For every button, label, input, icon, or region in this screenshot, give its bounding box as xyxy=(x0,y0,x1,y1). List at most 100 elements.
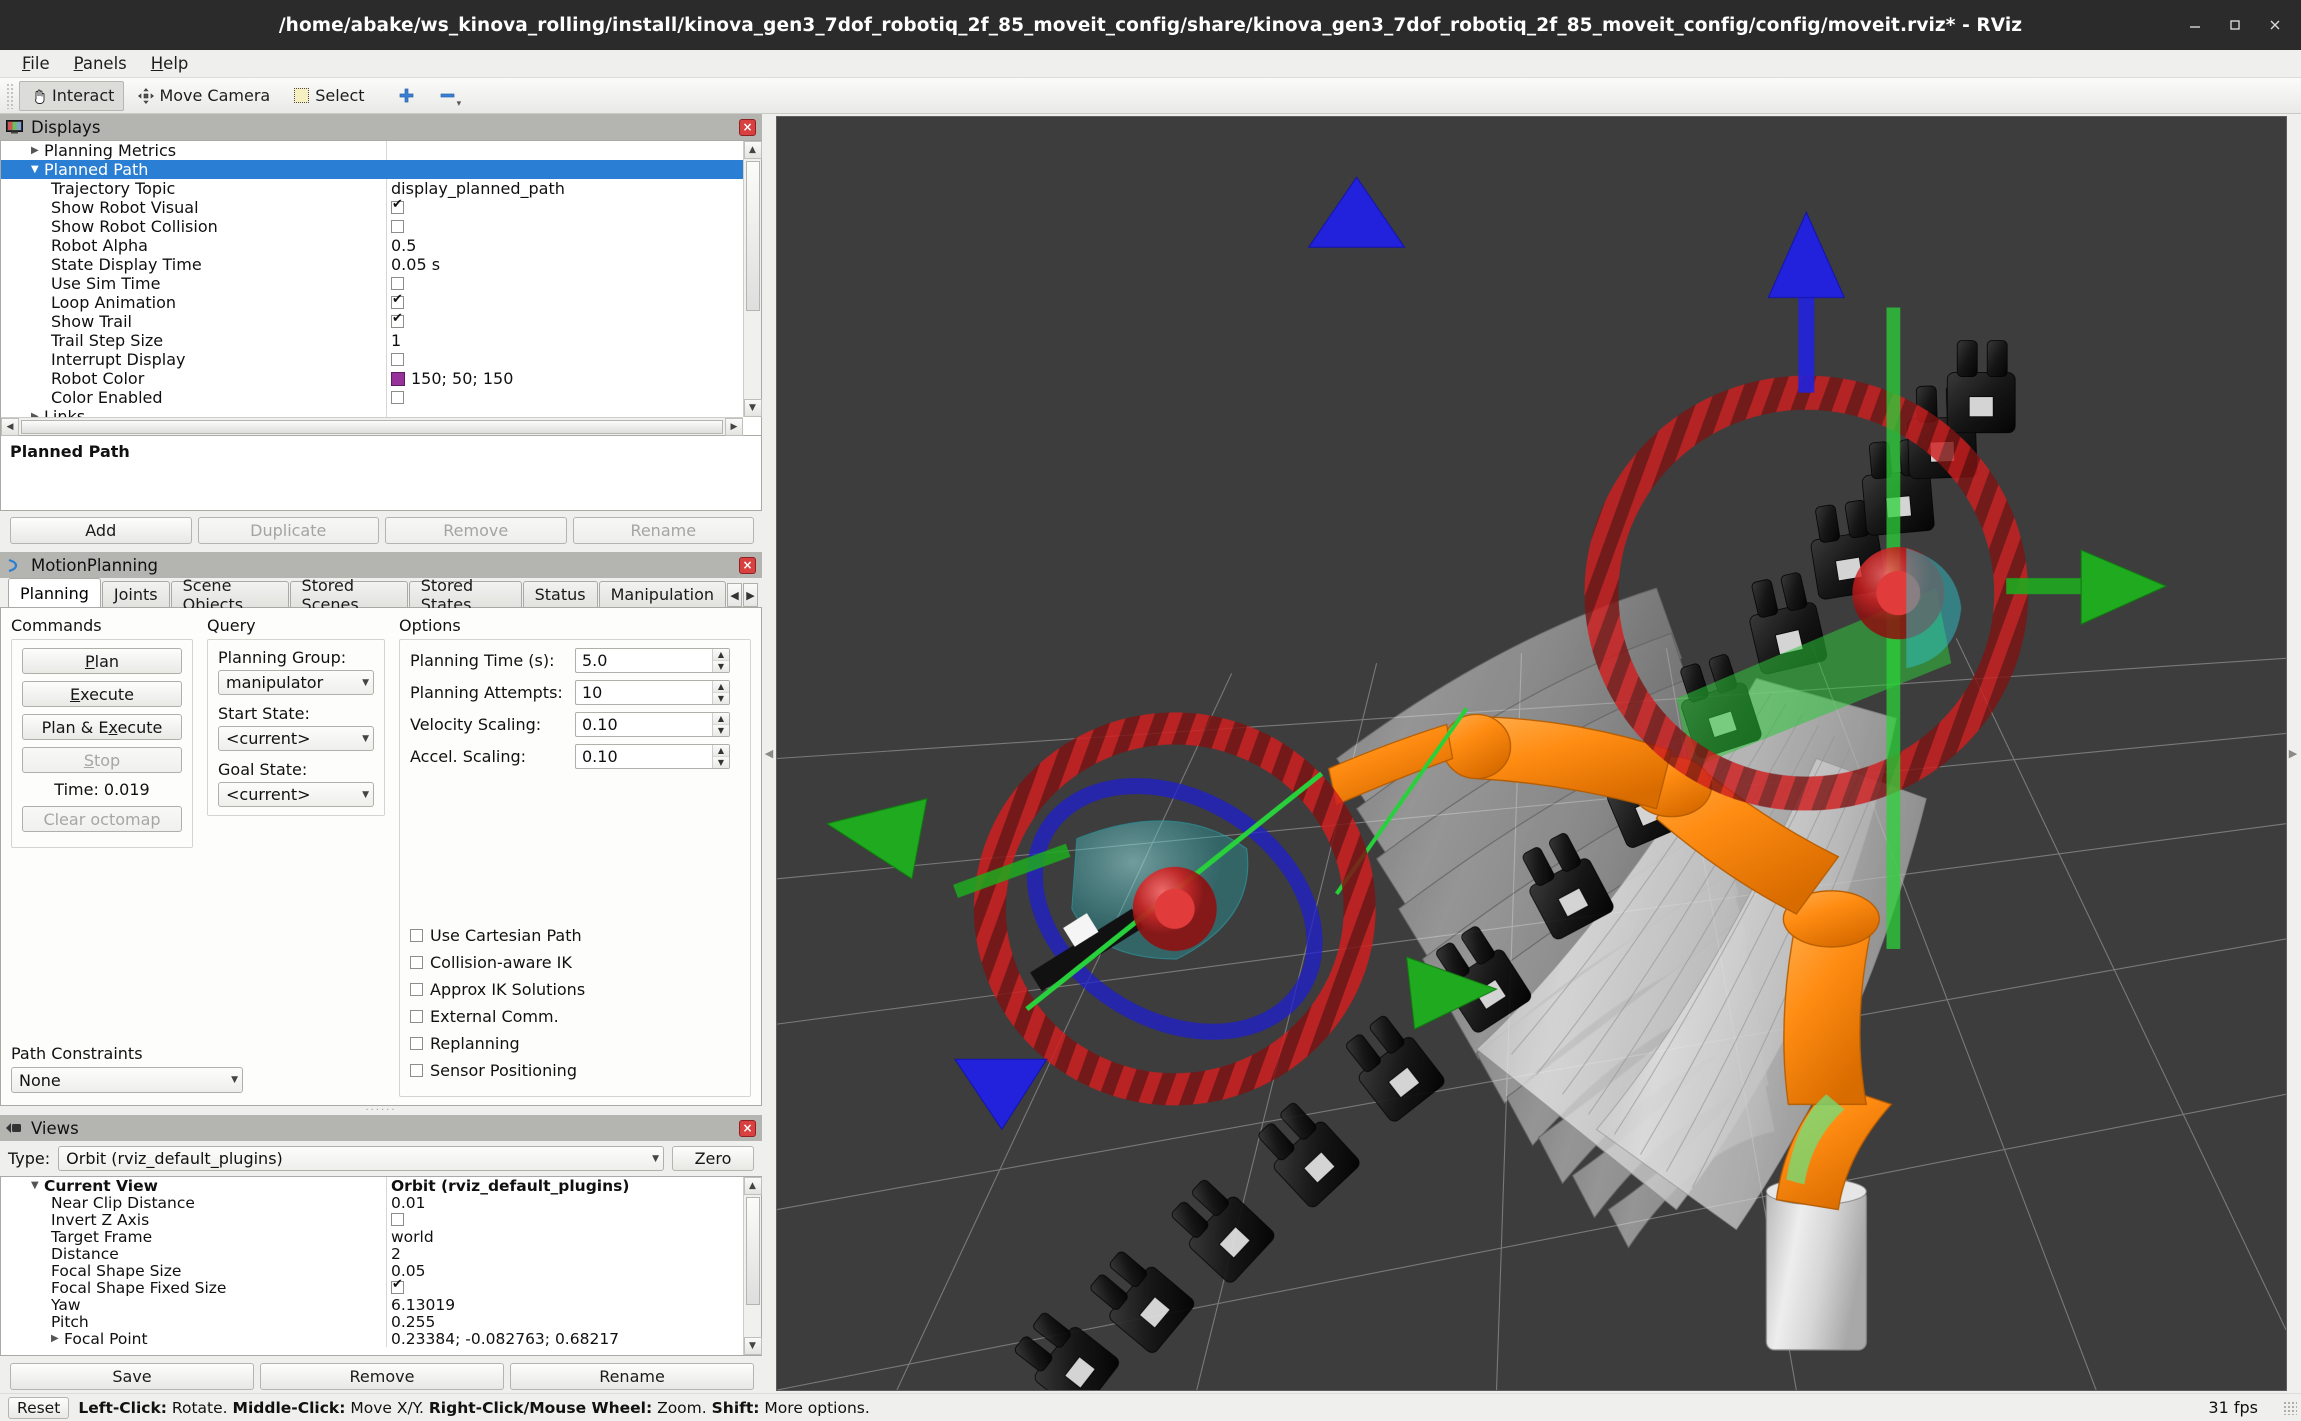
clear-octomap-button[interactable]: Clear octomap xyxy=(22,806,182,832)
display-row[interactable]: Trajectory Topic display_planned_path xyxy=(1,179,743,198)
rename-display-button[interactable]: Rename xyxy=(572,517,754,544)
stop-button[interactable]: Stop xyxy=(22,747,182,773)
display-row[interactable]: Show Robot Visual xyxy=(1,198,743,217)
motion-planning-close-icon[interactable]: × xyxy=(739,556,756,574)
rename-view-button[interactable]: Rename xyxy=(510,1363,754,1390)
display-row-value[interactable] xyxy=(386,388,743,407)
display-row-value[interactable] xyxy=(386,350,743,369)
spinner-up-icon[interactable]: ▲ xyxy=(713,745,729,757)
minimize-icon[interactable] xyxy=(2175,7,2215,43)
option-checkbox-row[interactable]: Approx IK Solutions xyxy=(410,980,740,999)
close-icon[interactable] xyxy=(2255,7,2295,43)
option-checkbox-row[interactable]: Use Cartesian Path xyxy=(410,926,740,945)
displays-vertical-scrollbar[interactable]: ▲ ▼ xyxy=(743,141,762,417)
menu-help[interactable]: Help xyxy=(141,51,199,76)
display-row[interactable]: Color Enabled xyxy=(1,388,743,407)
option-spinbox[interactable]: 10 ▲ ▼ xyxy=(575,680,730,705)
display-row[interactable]: State Display Time 0.05 s xyxy=(1,255,743,274)
views-vertical-scrollbar[interactable]: ▲ ▼ xyxy=(743,1177,762,1355)
scroll-up-icon[interactable]: ▲ xyxy=(743,141,762,159)
zero-view-button[interactable]: Zero xyxy=(672,1146,754,1171)
scroll-up-icon[interactable]: ▲ xyxy=(743,1177,762,1195)
displays-close-icon[interactable]: × xyxy=(739,118,756,136)
checkbox[interactable] xyxy=(410,983,423,996)
checkbox[interactable] xyxy=(410,1064,423,1077)
planning-group-combo[interactable]: manipulator ▼ xyxy=(218,670,374,695)
display-row[interactable]: Trail Step Size 1 xyxy=(1,331,743,350)
panel-splitter[interactable]: ······ xyxy=(0,1105,762,1116)
display-row[interactable]: Interrupt Display xyxy=(1,350,743,369)
display-row-value[interactable] xyxy=(386,293,743,312)
display-row[interactable]: Robot Color 150; 50; 150 xyxy=(1,369,743,388)
menu-panels[interactable]: Panels xyxy=(64,51,137,76)
checkbox[interactable] xyxy=(410,956,423,969)
display-row[interactable]: Show Trail xyxy=(1,312,743,331)
tool-measure-button[interactable]: ▾ xyxy=(428,81,477,111)
execute-button[interactable]: Execute xyxy=(22,681,182,707)
plan-and-execute-button[interactable]: Plan & Execute xyxy=(22,714,182,740)
views-row[interactable]: Invert Z Axis xyxy=(1,1211,743,1229)
color-swatch[interactable] xyxy=(391,371,405,386)
chevron-right-icon[interactable]: ▶ xyxy=(51,1333,64,1344)
spinner-down-icon[interactable]: ▼ xyxy=(713,693,729,704)
tab-stored-scenes[interactable]: Stored Scenes xyxy=(289,576,408,614)
rviz-3d-render-view[interactable] xyxy=(776,116,2287,1391)
goal-state-combo[interactable]: <current> ▼ xyxy=(218,782,374,807)
right-splitter-handle[interactable]: ▶ xyxy=(2287,116,2299,1391)
views-type-combo[interactable]: Orbit (rviz_default_plugins) ▼ xyxy=(58,1146,664,1171)
display-row-value[interactable] xyxy=(386,141,743,160)
views-row-value[interactable]: 6.13019 xyxy=(386,1296,743,1314)
tab-manipulation[interactable]: Manipulation xyxy=(598,581,726,607)
scroll-down-icon[interactable]: ▼ xyxy=(743,399,762,417)
views-row-value[interactable]: 0.01 xyxy=(386,1194,743,1212)
views-row-value[interactable] xyxy=(386,1211,743,1228)
option-spinbox[interactable]: 0.10 ▲ ▼ xyxy=(575,712,730,737)
tab-scroll-right-icon[interactable]: ▶ xyxy=(743,583,758,607)
views-row-value[interactable]: 0.23384; -0.082763; 0.68217 xyxy=(386,1330,743,1348)
tab-stored-states[interactable]: Stored States xyxy=(408,576,522,614)
display-row-value[interactable]: 0.05 s xyxy=(386,255,743,274)
displays-horizontal-scrollbar[interactable]: ◀ ▶ xyxy=(1,417,743,436)
spinner-down-icon[interactable]: ▼ xyxy=(713,757,729,768)
option-value[interactable]: 10 xyxy=(576,681,712,704)
tab-scene-objects[interactable]: Scene Objects xyxy=(170,576,289,614)
display-row-value[interactable] xyxy=(386,274,743,293)
chevron-down-icon[interactable]: ▼ xyxy=(31,164,44,175)
tab-joints[interactable]: Joints xyxy=(101,581,170,607)
option-value[interactable]: 0.10 xyxy=(576,745,712,768)
option-checkbox-row[interactable]: Collision-aware IK xyxy=(410,953,740,972)
views-row[interactable]: Yaw 6.13019 xyxy=(1,1296,743,1314)
display-row[interactable]: ▶ Planning Metrics xyxy=(1,141,743,160)
display-row-value[interactable]: 150; 50; 150 xyxy=(386,369,743,388)
add-display-button[interactable]: Add xyxy=(10,517,192,544)
checkbox[interactable] xyxy=(391,1278,404,1294)
display-row-value[interactable] xyxy=(386,217,743,236)
checkbox[interactable] xyxy=(391,1213,404,1226)
reset-button[interactable]: Reset xyxy=(8,1396,70,1419)
tool-select-button[interactable]: Select xyxy=(282,81,374,111)
views-row-value[interactable]: 0.255 xyxy=(386,1313,743,1331)
tab-planning[interactable]: Planning xyxy=(8,578,101,607)
option-value[interactable]: 0.10 xyxy=(576,713,712,736)
checkbox[interactable] xyxy=(410,929,423,942)
display-row[interactable]: ▶ Links xyxy=(1,407,743,417)
views-row-value[interactable]: Orbit (rviz_default_plugins) xyxy=(386,1177,743,1195)
checkbox[interactable] xyxy=(391,277,404,290)
tab-status[interactable]: Status xyxy=(522,581,598,607)
views-row[interactable]: Focal Shape Fixed Size xyxy=(1,1278,743,1297)
spinner-up-icon[interactable]: ▲ xyxy=(713,681,729,693)
duplicate-display-button[interactable]: Duplicate xyxy=(197,517,379,544)
checkbox[interactable] xyxy=(391,312,404,328)
checkbox[interactable] xyxy=(391,198,404,214)
views-row[interactable]: Target Frame world xyxy=(1,1228,743,1246)
display-row[interactable]: Show Robot Collision xyxy=(1,217,743,236)
checkbox[interactable] xyxy=(391,293,404,309)
views-row[interactable]: ▶ Focal Point 0.23384; -0.082763; 0.68217 xyxy=(1,1330,743,1348)
chevron-right-icon[interactable]: ▶ xyxy=(31,145,44,156)
chevron-down-icon[interactable]: ▼ xyxy=(31,1180,44,1191)
checkbox[interactable] xyxy=(391,353,404,366)
display-row-value[interactable]: 1 xyxy=(386,331,743,350)
tool-interact-button[interactable]: Interact xyxy=(19,80,125,111)
option-checkbox-row[interactable]: Sensor Positioning xyxy=(410,1061,740,1080)
views-row-value[interactable] xyxy=(386,1278,743,1296)
